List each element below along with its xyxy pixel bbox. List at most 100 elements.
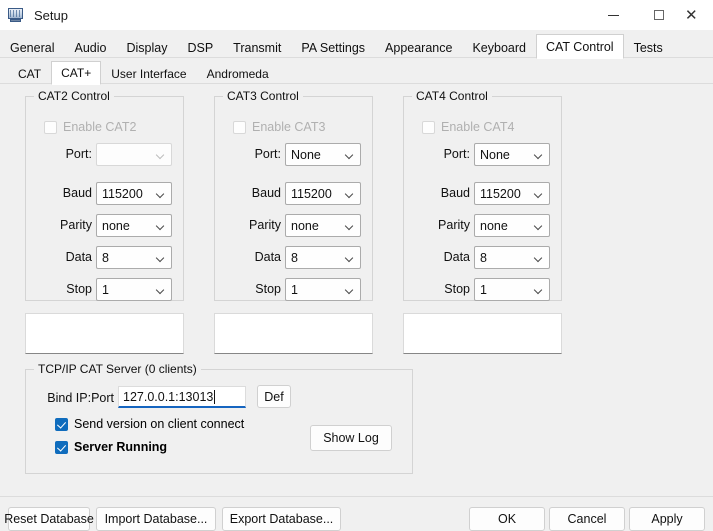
chevron-down-icon [157, 191, 165, 196]
enable-cat4-checkbox [422, 120, 435, 134]
cat3-control-legend: CAT3 Control [223, 89, 303, 103]
cat4-control-port-value: None [480, 147, 510, 162]
cat2-control-baud-dropdown[interactable]: 115200 [96, 182, 172, 205]
tab-appearance[interactable]: Appearance [375, 36, 462, 58]
subtab-user-interface[interactable]: User Interface [101, 63, 196, 84]
chevron-down-icon [346, 191, 354, 196]
cancel-button[interactable]: Cancel [549, 507, 625, 531]
chevron-down-icon [157, 223, 165, 228]
enable-cat2-label: Enable CAT2 [63, 120, 137, 134]
chevron-down-icon [346, 152, 354, 157]
cat4-control-data-label: Data [443, 250, 470, 264]
tab-general[interactable]: General [0, 36, 64, 58]
cat3-control-port-dropdown[interactable]: None [285, 143, 361, 166]
reset-database-button[interactable]: Reset Database [4, 507, 94, 531]
dialog-footer: Reset Database Import Database... Export D… [0, 496, 713, 531]
server-running-checkbox[interactable] [55, 440, 68, 454]
enable-cat3-checkbox-row[interactable]: Enable CAT3 [233, 120, 325, 134]
secondary-tab-bar: CAT CAT+ User Interface Andromeda [0, 60, 713, 85]
cat2-control-legend: CAT2 Control [34, 89, 114, 103]
server-running-checkbox-row[interactable]: Server Running [55, 440, 167, 454]
cat2-control-data-dropdown[interactable]: 8 [96, 246, 172, 269]
cat3-control-data-value: 8 [291, 250, 298, 265]
chevron-down-icon [346, 255, 354, 260]
window-controls: ✕ [590, 0, 713, 30]
def-button[interactable]: Def [257, 385, 291, 408]
bind-ip-port-value: 127.0.0.1:13013 [123, 389, 214, 404]
cat4-control-port-dropdown[interactable]: None [474, 143, 550, 166]
cat4-control-baud-dropdown[interactable]: 115200 [474, 182, 550, 205]
cat3-control-stop-dropdown[interactable]: 1 [285, 278, 361, 301]
cat3-control-data-dropdown[interactable]: 8 [285, 246, 361, 269]
cat2-control-parity-label: Parity [60, 218, 92, 232]
enable-cat2-checkbox-row[interactable]: Enable CAT2 [44, 120, 136, 134]
cat3-control-parity-label: Parity [249, 218, 281, 232]
cat4-control-baud-label: Baud [440, 186, 470, 200]
subtab-cat[interactable]: CAT [8, 63, 51, 84]
subtab-cat[interactable]: CAT+ [51, 61, 102, 85]
cat4-control-legend: CAT4 Control [412, 89, 492, 103]
chevron-down-icon [346, 223, 354, 228]
chevron-down-icon [535, 255, 543, 260]
cat4-control-status-box[interactable] [403, 313, 562, 354]
cat3-control-baud-label: Baud [251, 186, 281, 200]
cat3-control-port-value: None [291, 147, 321, 162]
cat2-control-stop-dropdown[interactable]: 1 [96, 278, 172, 301]
show-log-button[interactable]: Show Log [310, 425, 392, 451]
cat3-control-baud-dropdown[interactable]: 115200 [285, 182, 361, 205]
cat4-control-group: CAT4 Control Enable CAT4 Port: None Baud 1152… [403, 89, 562, 301]
maximize-button[interactable] [636, 0, 682, 30]
cat4-control-data-dropdown[interactable]: 8 [474, 246, 550, 269]
cat2-control-parity-dropdown[interactable]: none [96, 214, 172, 237]
send-version-checkbox[interactable] [55, 417, 68, 431]
enable-cat3-checkbox [233, 120, 246, 134]
chevron-down-icon [535, 191, 543, 196]
cat3-control-stop-value: 1 [291, 282, 298, 297]
chevron-down-icon [157, 255, 165, 260]
enable-cat3-label: Enable CAT3 [252, 120, 326, 134]
cat2-control-port-label: Port: [65, 147, 92, 161]
tab-transmit[interactable]: Transmit [223, 36, 291, 58]
apply-button[interactable]: Apply [629, 507, 705, 531]
tab-keyboard[interactable]: Keyboard [462, 36, 536, 58]
chevron-down-icon [535, 152, 543, 157]
cat2-control-baud-label: Baud [62, 186, 92, 200]
cat3-control-data-label: Data [254, 250, 281, 264]
export-database-button[interactable]: Export Database... [222, 507, 341, 531]
tab-tests[interactable]: Tests [624, 36, 673, 58]
tab-audio[interactable]: Audio [64, 36, 116, 58]
cat2-control-status-box[interactable] [25, 313, 184, 354]
close-button[interactable]: ✕ [682, 0, 713, 30]
cat4-control-stop-value: 1 [480, 282, 487, 297]
cat3-control-port-label: Port: [254, 147, 281, 161]
tab-pa-settings[interactable]: PA Settings [291, 36, 375, 58]
cat2-control-data-value: 8 [102, 250, 109, 265]
cat4-control-stop-label: Stop [444, 282, 470, 296]
cat4-control-baud-value: 115200 [480, 186, 521, 201]
cat3-control-parity-dropdown[interactable]: none [285, 214, 361, 237]
enable-cat4-label: Enable CAT4 [441, 120, 515, 134]
bind-ip-port-input[interactable]: 127.0.0.1:13013 [118, 386, 246, 408]
primary-tab-bar: General Audio Display DSP Transmit PA Setting… [0, 33, 713, 59]
minimize-button[interactable] [590, 0, 636, 30]
cat3-control-status-box[interactable] [214, 313, 373, 354]
tab-display[interactable]: Display [116, 36, 177, 58]
cat2-control-baud-value: 115200 [102, 186, 143, 201]
tcp-cat-server-legend: TCP/IP CAT Server (0 clients) [34, 362, 201, 376]
cat4-control-port-label: Port: [443, 147, 470, 161]
send-version-checkbox-row[interactable]: Send version on client connect [55, 417, 244, 431]
chevron-down-icon [535, 287, 543, 292]
cat4-control-stop-dropdown[interactable]: 1 [474, 278, 550, 301]
subtab-andromeda[interactable]: Andromeda [197, 63, 279, 84]
enable-cat4-checkbox-row[interactable]: Enable CAT4 [422, 120, 514, 134]
tab-cat-control[interactable]: CAT Control [535, 34, 624, 59]
enable-cat2-checkbox [44, 120, 57, 134]
cat3-control-parity-value: none [291, 218, 319, 233]
window-title: Setup [34, 7, 68, 23]
cat4-control-parity-dropdown[interactable]: none [474, 214, 550, 237]
ok-button[interactable]: OK [469, 507, 545, 531]
cat-plus-panel: CAT2 Control Enable CAT2 Port: Baud 115200 Pa… [0, 83, 713, 496]
tab-dsp[interactable]: DSP [177, 36, 223, 58]
import-database-button[interactable]: Import Database... [96, 507, 216, 531]
tcp-cat-server-group: TCP/IP CAT Server (0 clients) Bind IP:Po… [25, 362, 413, 474]
